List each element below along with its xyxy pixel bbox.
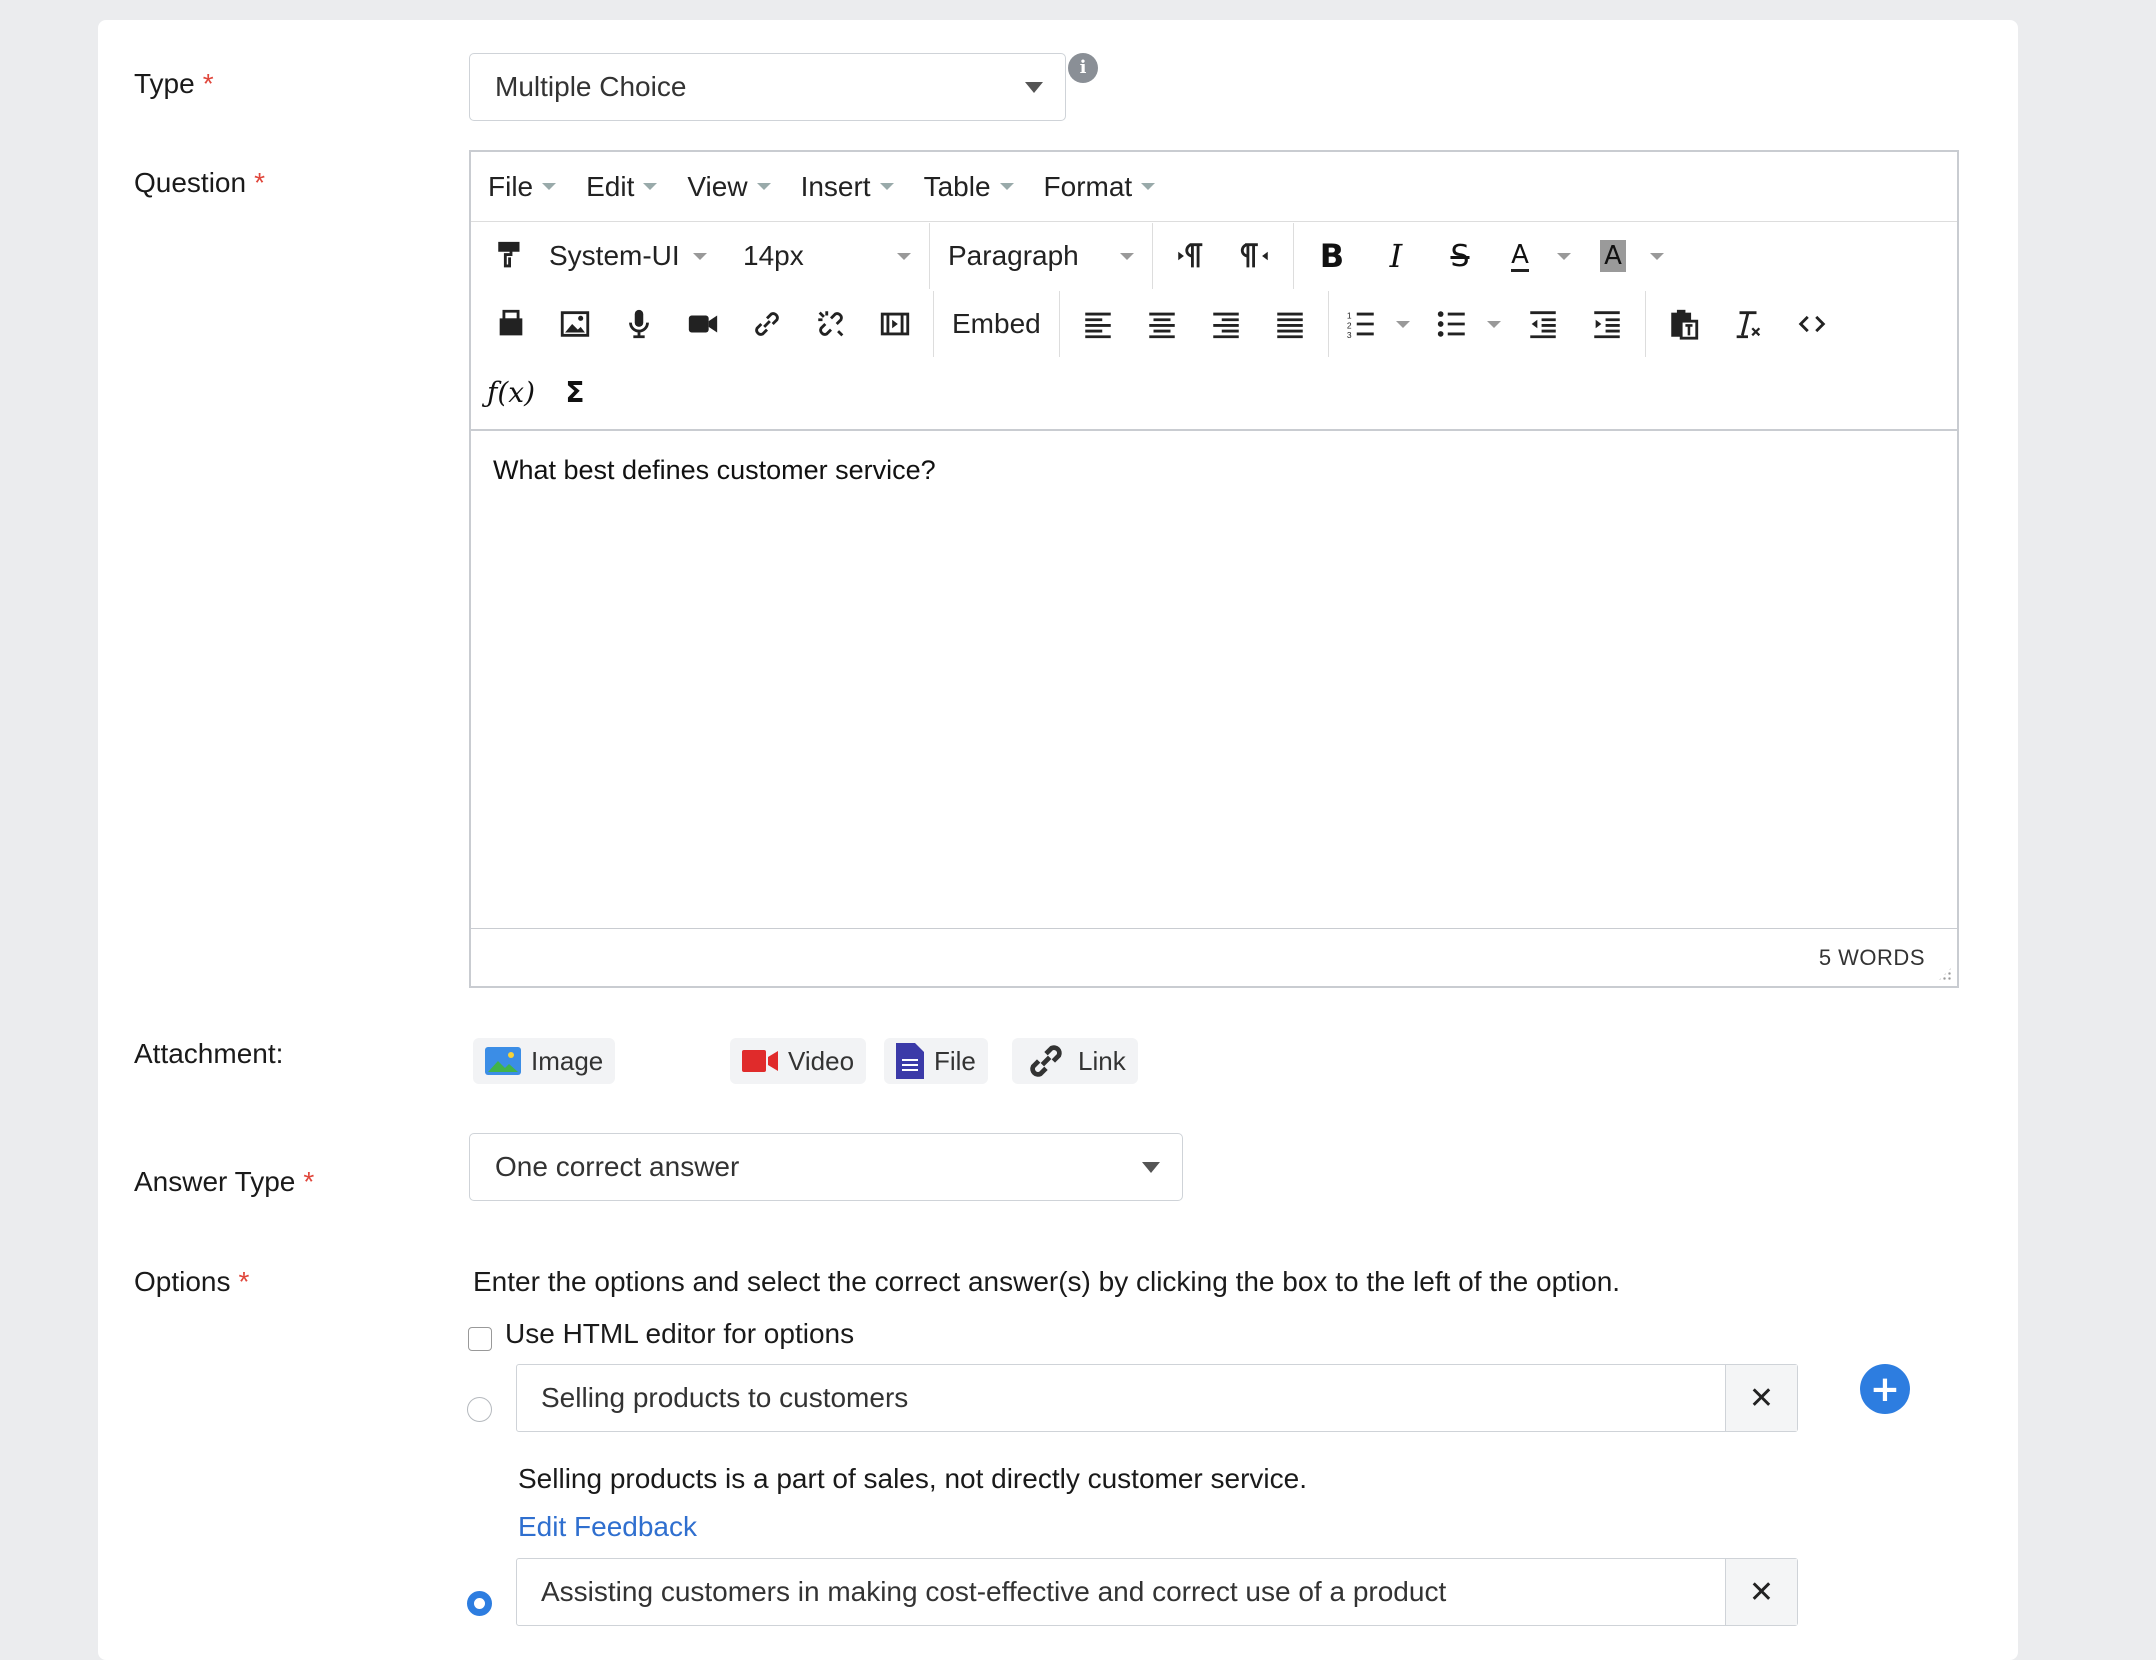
word-count: 5 WORDS xyxy=(1818,945,1925,970)
image-icon xyxy=(485,1047,521,1075)
type-select[interactable]: Multiple Choice xyxy=(469,53,1066,121)
video-camera-icon xyxy=(742,1047,778,1075)
attachment-label: Attachment: xyxy=(134,1038,284,1069)
indent-icon[interactable] xyxy=(1575,300,1639,348)
resize-handle-icon[interactable] xyxy=(1937,966,1953,982)
align-right-icon[interactable] xyxy=(1194,300,1258,348)
bullet-list-icon[interactable] xyxy=(1426,300,1478,348)
function-icon[interactable]: ƒ(x) xyxy=(479,368,543,416)
toolbar-row-2: Embed 123 xyxy=(471,290,1957,358)
file-manager-icon[interactable] xyxy=(479,300,543,348)
editor-menubar: File Edit View Insert Table Format xyxy=(471,152,1957,222)
chevron-down-icon xyxy=(1025,82,1043,93)
chain-link-icon xyxy=(1024,1039,1068,1083)
menu-insert[interactable]: Insert xyxy=(801,171,894,203)
chevron-down-icon[interactable] xyxy=(1650,252,1664,260)
options-label: Options * xyxy=(134,1266,250,1297)
editor-content[interactable]: What best defines customer service? xyxy=(471,429,1957,929)
document-icon xyxy=(896,1043,924,1079)
editor-statusbar: 5 WORDS xyxy=(471,928,1957,986)
align-center-icon[interactable] xyxy=(1130,300,1194,348)
svg-text:2: 2 xyxy=(1347,320,1352,330)
font-size-select[interactable]: 14px xyxy=(713,232,923,280)
chevron-down-icon xyxy=(1142,1162,1160,1173)
menu-view[interactable]: View xyxy=(687,171,771,203)
attach-link-button[interactable]: Link xyxy=(1012,1038,1138,1084)
align-left-icon[interactable] xyxy=(1066,300,1130,348)
font-family-select[interactable]: System-UI xyxy=(543,232,713,280)
text-color-icon[interactable]: A xyxy=(1492,232,1548,280)
embed-button[interactable]: Embed xyxy=(940,300,1053,348)
toolbar-row-3: ƒ(x) Σ xyxy=(471,358,1957,426)
link-icon[interactable] xyxy=(735,300,799,348)
answer-type-select[interactable]: One correct answer xyxy=(469,1133,1183,1201)
media-icon[interactable] xyxy=(863,300,927,348)
option-2-radio[interactable] xyxy=(467,1591,492,1616)
rtl-paragraph-icon[interactable] xyxy=(1223,232,1287,280)
paste-text-icon[interactable] xyxy=(1652,300,1716,348)
option-2-input[interactable]: Assisting customers in making cost-effec… xyxy=(516,1558,1798,1626)
align-justify-icon[interactable] xyxy=(1258,300,1322,348)
answer-type-label: Answer Type * xyxy=(134,1166,315,1197)
info-icon[interactable]: i xyxy=(1068,53,1098,83)
ltr-paragraph-icon[interactable] xyxy=(1159,232,1223,280)
add-option-button[interactable]: + xyxy=(1860,1364,1910,1414)
attach-image-button[interactable]: Image xyxy=(473,1038,616,1084)
question-label: Question * xyxy=(134,167,265,198)
sigma-icon[interactable]: Σ xyxy=(543,368,607,416)
html-editor-checkbox-label[interactable]: Use HTML editor for options xyxy=(505,1318,854,1350)
italic-icon[interactable]: I xyxy=(1364,232,1428,280)
type-label: Type * xyxy=(134,68,214,99)
attach-video-button[interactable]: Video xyxy=(730,1038,867,1084)
microphone-icon[interactable] xyxy=(607,300,671,348)
strikethrough-icon[interactable]: S xyxy=(1428,232,1492,280)
svg-text:3: 3 xyxy=(1347,330,1352,340)
block-format-select[interactable]: Paragraph xyxy=(936,232,1146,280)
background-color-icon[interactable]: A xyxy=(1585,232,1641,280)
question-form-card: Type * Multiple Choice i Question * File E… xyxy=(98,20,2018,1660)
chevron-down-icon[interactable] xyxy=(1395,320,1410,328)
menu-format[interactable]: Format xyxy=(1044,171,1156,203)
menu-table[interactable]: Table xyxy=(924,171,1014,203)
menu-file[interactable]: File xyxy=(488,171,557,203)
bold-icon[interactable]: B xyxy=(1300,232,1364,280)
options-instructions: Enter the options and select the correct… xyxy=(473,1266,1621,1297)
source-code-icon[interactable] xyxy=(1780,300,1844,348)
edit-feedback-link[interactable]: Edit Feedback xyxy=(518,1511,697,1543)
option-1-radio[interactable] xyxy=(467,1397,492,1422)
remove-option-2-button[interactable]: ✕ xyxy=(1725,1559,1797,1625)
unlink-icon[interactable] xyxy=(799,300,863,348)
outdent-icon[interactable] xyxy=(1511,300,1575,348)
numbered-list-icon[interactable]: 123 xyxy=(1335,300,1387,348)
option-1-feedback: Selling products is a part of sales, not… xyxy=(518,1463,1308,1494)
video-icon[interactable] xyxy=(671,300,735,348)
clear-formatting-icon[interactable] xyxy=(1716,300,1780,348)
remove-option-1-button[interactable]: ✕ xyxy=(1725,1365,1797,1431)
svg-text:1: 1 xyxy=(1347,310,1352,320)
question-text: What best defines customer service? xyxy=(493,455,936,485)
attach-file-button[interactable]: File xyxy=(884,1038,988,1084)
rich-text-editor: File Edit View Insert Table Format Syste… xyxy=(469,150,1959,988)
chevron-down-icon[interactable] xyxy=(1557,252,1571,260)
menu-edit[interactable]: Edit xyxy=(586,171,658,203)
format-painter-icon[interactable] xyxy=(479,232,543,280)
toolbar-row-1: System-UI 14px Paragraph B I S A A xyxy=(471,222,1957,290)
html-editor-checkbox[interactable] xyxy=(468,1327,492,1351)
option-1-input[interactable]: Selling products to customers ✕ xyxy=(516,1364,1798,1432)
chevron-down-icon[interactable] xyxy=(1486,320,1501,328)
image-icon[interactable] xyxy=(543,300,607,348)
